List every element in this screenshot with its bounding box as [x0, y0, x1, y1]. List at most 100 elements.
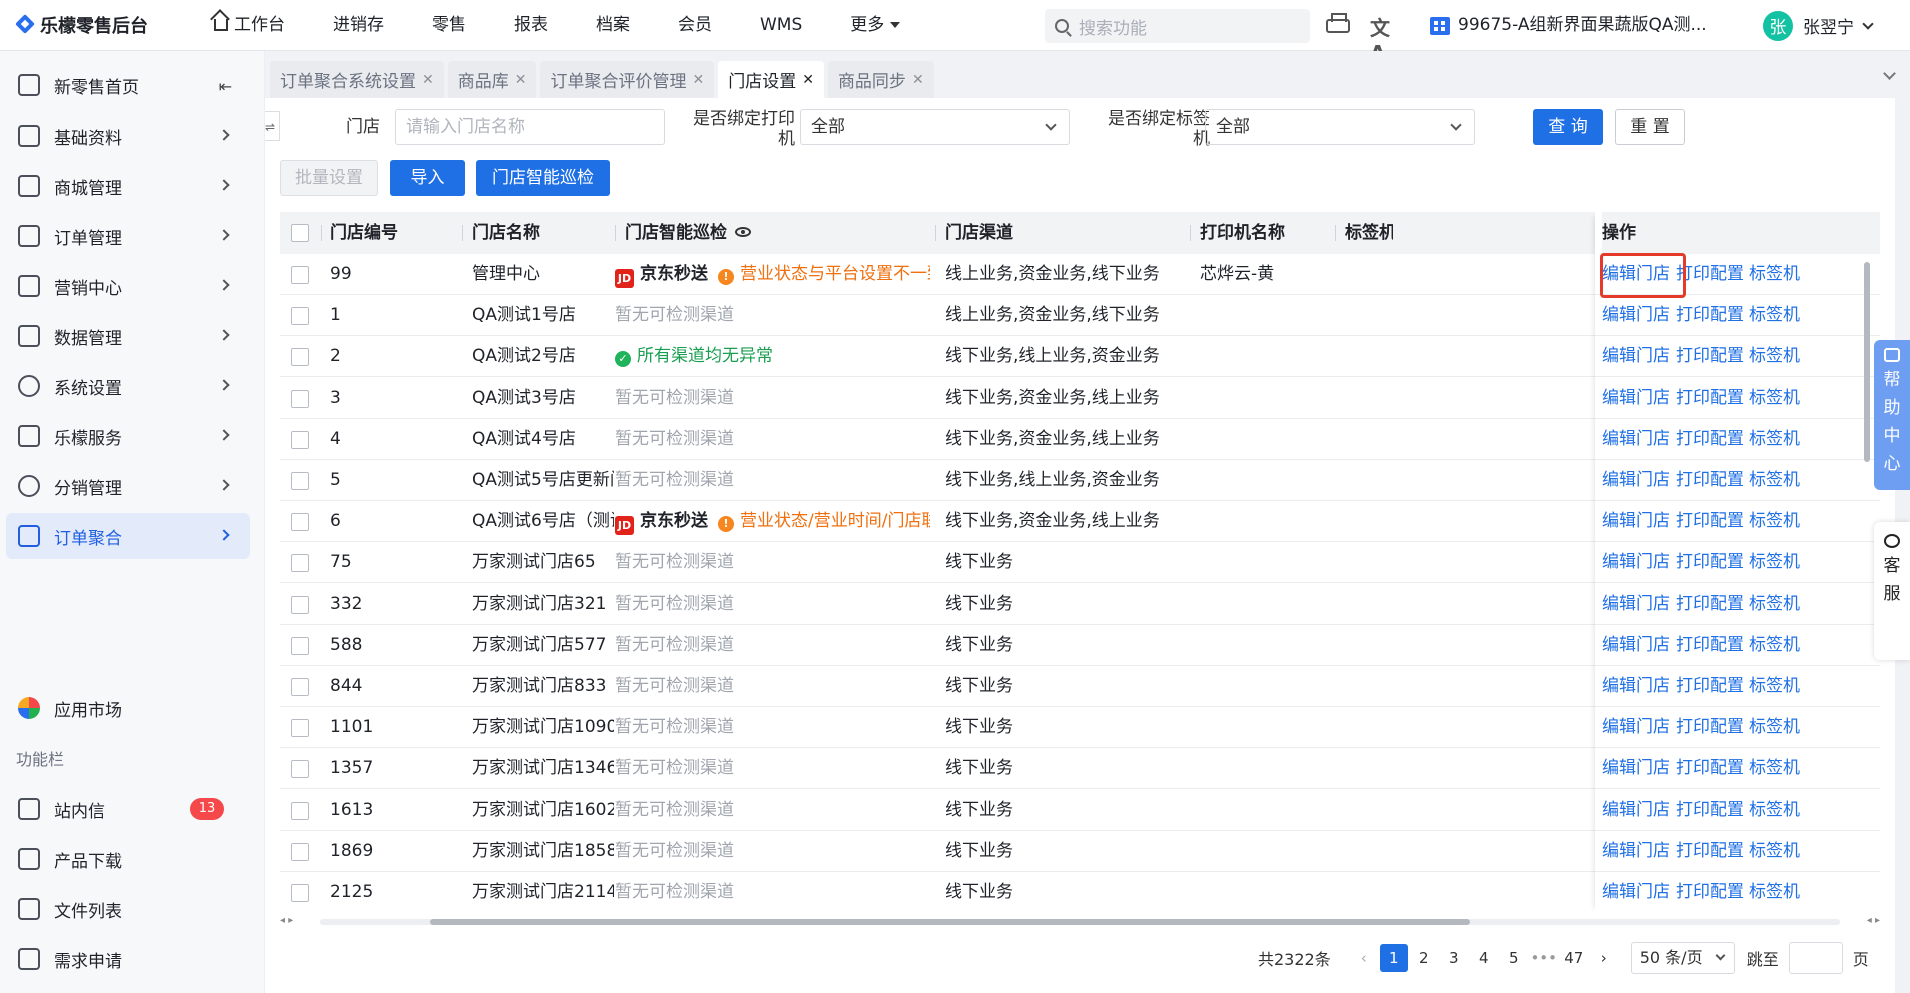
header-inspection[interactable]: 门店智能巡检: [625, 212, 925, 254]
query-button[interactable]: 查 询: [1533, 109, 1603, 145]
scrollbar-thumb[interactable]: [430, 919, 1470, 925]
row-checkbox[interactable]: [291, 348, 309, 367]
horizontal-scrollbar[interactable]: ◂ ▸ ◂ ▸: [280, 915, 1880, 927]
tag-printer-link[interactable]: 标签机: [1749, 831, 1800, 871]
row-checkbox[interactable]: [291, 884, 309, 902]
tag-printer-link[interactable]: 标签机: [1749, 872, 1800, 912]
print-config-link[interactable]: 打印配置: [1676, 831, 1744, 871]
page-47[interactable]: 47: [1560, 944, 1588, 972]
vertical-scrollbar-thumb[interactable]: [1864, 262, 1870, 462]
sidebar-item-distribution[interactable]: 分销管理: [6, 463, 250, 509]
tag-printer-link[interactable]: 标签机: [1749, 584, 1800, 624]
inspection-warning-text[interactable]: 营业状态与平台设置不一致: [740, 264, 930, 284]
edit-store-link[interactable]: 编辑门店: [1602, 790, 1670, 830]
print-config-link[interactable]: 打印配置: [1676, 584, 1744, 624]
edit-store-link[interactable]: 编辑门店: [1602, 625, 1670, 665]
nav-workbench[interactable]: 工作台: [190, 0, 309, 51]
tab-store-settings[interactable]: 门店设置 ✕: [718, 61, 824, 98]
sidebar-item-file-list[interactable]: 文件列表: [6, 886, 250, 932]
page-4[interactable]: 4: [1470, 944, 1498, 972]
tag-printer-link[interactable]: 标签机: [1749, 666, 1800, 706]
tab-review-management[interactable]: 订单聚合评价管理 ✕: [540, 61, 715, 98]
edit-store-link[interactable]: 编辑门店: [1602, 419, 1670, 459]
page-size-select[interactable]: 50 条/页: [1630, 942, 1735, 974]
nav-retail[interactable]: 零售: [408, 0, 490, 51]
header-channel[interactable]: 门店渠道: [945, 212, 1185, 254]
close-icon[interactable]: ✕: [802, 72, 814, 88]
print-config-link[interactable]: 打印配置: [1676, 419, 1744, 459]
sidebar-item-downloads[interactable]: 产品下载: [6, 836, 250, 882]
close-icon[interactable]: ✕: [515, 72, 527, 88]
close-icon[interactable]: ✕: [692, 72, 704, 88]
nav-members[interactable]: 会员: [654, 0, 736, 51]
chevron-down-icon[interactable]: [1883, 67, 1896, 80]
edit-store-link[interactable]: 编辑门店: [1602, 666, 1670, 706]
edit-store-link[interactable]: 编辑门店: [1602, 378, 1670, 418]
edit-store-link[interactable]: 编辑门店: [1602, 584, 1670, 624]
function-search-input[interactable]: 搜索功能: [1045, 9, 1310, 43]
row-checkbox[interactable]: [291, 307, 309, 326]
edit-store-link[interactable]: 编辑门店: [1602, 336, 1670, 376]
print-config-link[interactable]: 打印配置: [1676, 336, 1744, 376]
row-checkbox[interactable]: [291, 842, 309, 861]
nav-more[interactable]: 更多: [826, 0, 924, 51]
sidebar-item-app-market[interactable]: 应用市场: [6, 685, 250, 731]
print-config-link[interactable]: 打印配置: [1676, 872, 1744, 912]
page-3[interactable]: 3: [1440, 944, 1468, 972]
prev-page-icon[interactable]: ‹: [1350, 944, 1378, 972]
print-config-link[interactable]: 打印配置: [1676, 254, 1744, 294]
edit-store-link[interactable]: 编辑门店: [1602, 542, 1670, 582]
sidebar-item-requests[interactable]: 需求申请: [6, 936, 250, 982]
sidebar-item-messages[interactable]: 站内信 13: [6, 786, 250, 832]
print-config-link[interactable]: 打印配置: [1676, 378, 1744, 418]
scroll-left-arrow-icon[interactable]: ◂ ▸: [280, 915, 293, 926]
collapse-sidebar-icon[interactable]: ⇤: [219, 77, 232, 96]
print-config-link[interactable]: 打印配置: [1676, 790, 1744, 830]
tag-printer-link[interactable]: 标签机: [1749, 790, 1800, 830]
store-inspection-button[interactable]: 门店智能巡检: [476, 160, 610, 196]
edit-store-link[interactable]: 编辑门店: [1602, 707, 1670, 747]
row-checkbox[interactable]: [291, 472, 309, 490]
tag-printer-link[interactable]: 标签机: [1749, 336, 1800, 376]
page-5[interactable]: 5: [1500, 944, 1528, 972]
translate-icon[interactable]: 文A: [1370, 12, 1394, 65]
printer-icon[interactable]: [1326, 13, 1350, 33]
print-config-link[interactable]: 打印配置: [1676, 501, 1744, 541]
row-checkbox[interactable]: [291, 430, 309, 449]
nav-archives[interactable]: 档案: [572, 0, 654, 51]
sidebar-item-orders[interactable]: 订单管理: [6, 213, 250, 259]
edit-store-link[interactable]: 编辑门店: [1602, 872, 1670, 912]
nav-inventory[interactable]: 进销存: [309, 0, 408, 51]
tag-printer-link[interactable]: 标签机: [1749, 460, 1800, 500]
tag-printer-link[interactable]: 标签机: [1749, 748, 1800, 788]
sidebar-item-mall[interactable]: 商城管理: [6, 163, 250, 209]
select-all-checkbox[interactable]: [291, 224, 309, 242]
printer-bound-select[interactable]: 全部: [800, 109, 1070, 145]
inspection-warning-text[interactable]: 营业状态/营业时间/门店联系方式: [740, 511, 930, 531]
print-config-link[interactable]: 打印配置: [1676, 625, 1744, 665]
header-store-name[interactable]: 门店名称: [472, 212, 612, 254]
sidebar-item-services[interactable]: 乐檬服务: [6, 413, 250, 459]
sidebar-item-order-aggregation[interactable]: 订单聚合: [6, 513, 250, 559]
tag-printer-link[interactable]: 标签机: [1749, 295, 1800, 335]
tag-printer-link[interactable]: 标签机: [1749, 254, 1800, 294]
edit-store-link[interactable]: 编辑门店: [1602, 501, 1670, 541]
header-tag-printer[interactable]: 标签机: [1345, 212, 1393, 254]
print-config-link[interactable]: 打印配置: [1676, 542, 1744, 582]
row-checkbox[interactable]: [291, 636, 309, 655]
row-checkbox[interactable]: [291, 389, 309, 408]
close-icon[interactable]: ✕: [912, 72, 924, 88]
customer-service-button[interactable]: 客 服: [1874, 522, 1910, 660]
eye-icon[interactable]: [735, 227, 751, 237]
nav-reports[interactable]: 报表: [490, 0, 572, 51]
tag-printer-link[interactable]: 标签机: [1749, 707, 1800, 747]
sidebar-item-marketing[interactable]: 营销中心: [6, 263, 250, 309]
help-center-button[interactable]: 帮 助 中 心: [1874, 340, 1910, 490]
row-checkbox[interactable]: [291, 719, 309, 738]
scroll-right-arrow-icon[interactable]: ◂ ▸: [1867, 915, 1880, 926]
tenant-switcher[interactable]: 99675-A组新界面果蔬版QA测...: [1430, 0, 1707, 51]
edit-store-link[interactable]: 编辑门店: [1602, 295, 1670, 335]
nav-wms[interactable]: WMS: [736, 0, 826, 51]
sidebar-item-basic-data[interactable]: 基础资料: [6, 113, 250, 159]
import-button[interactable]: 导入: [390, 160, 465, 196]
